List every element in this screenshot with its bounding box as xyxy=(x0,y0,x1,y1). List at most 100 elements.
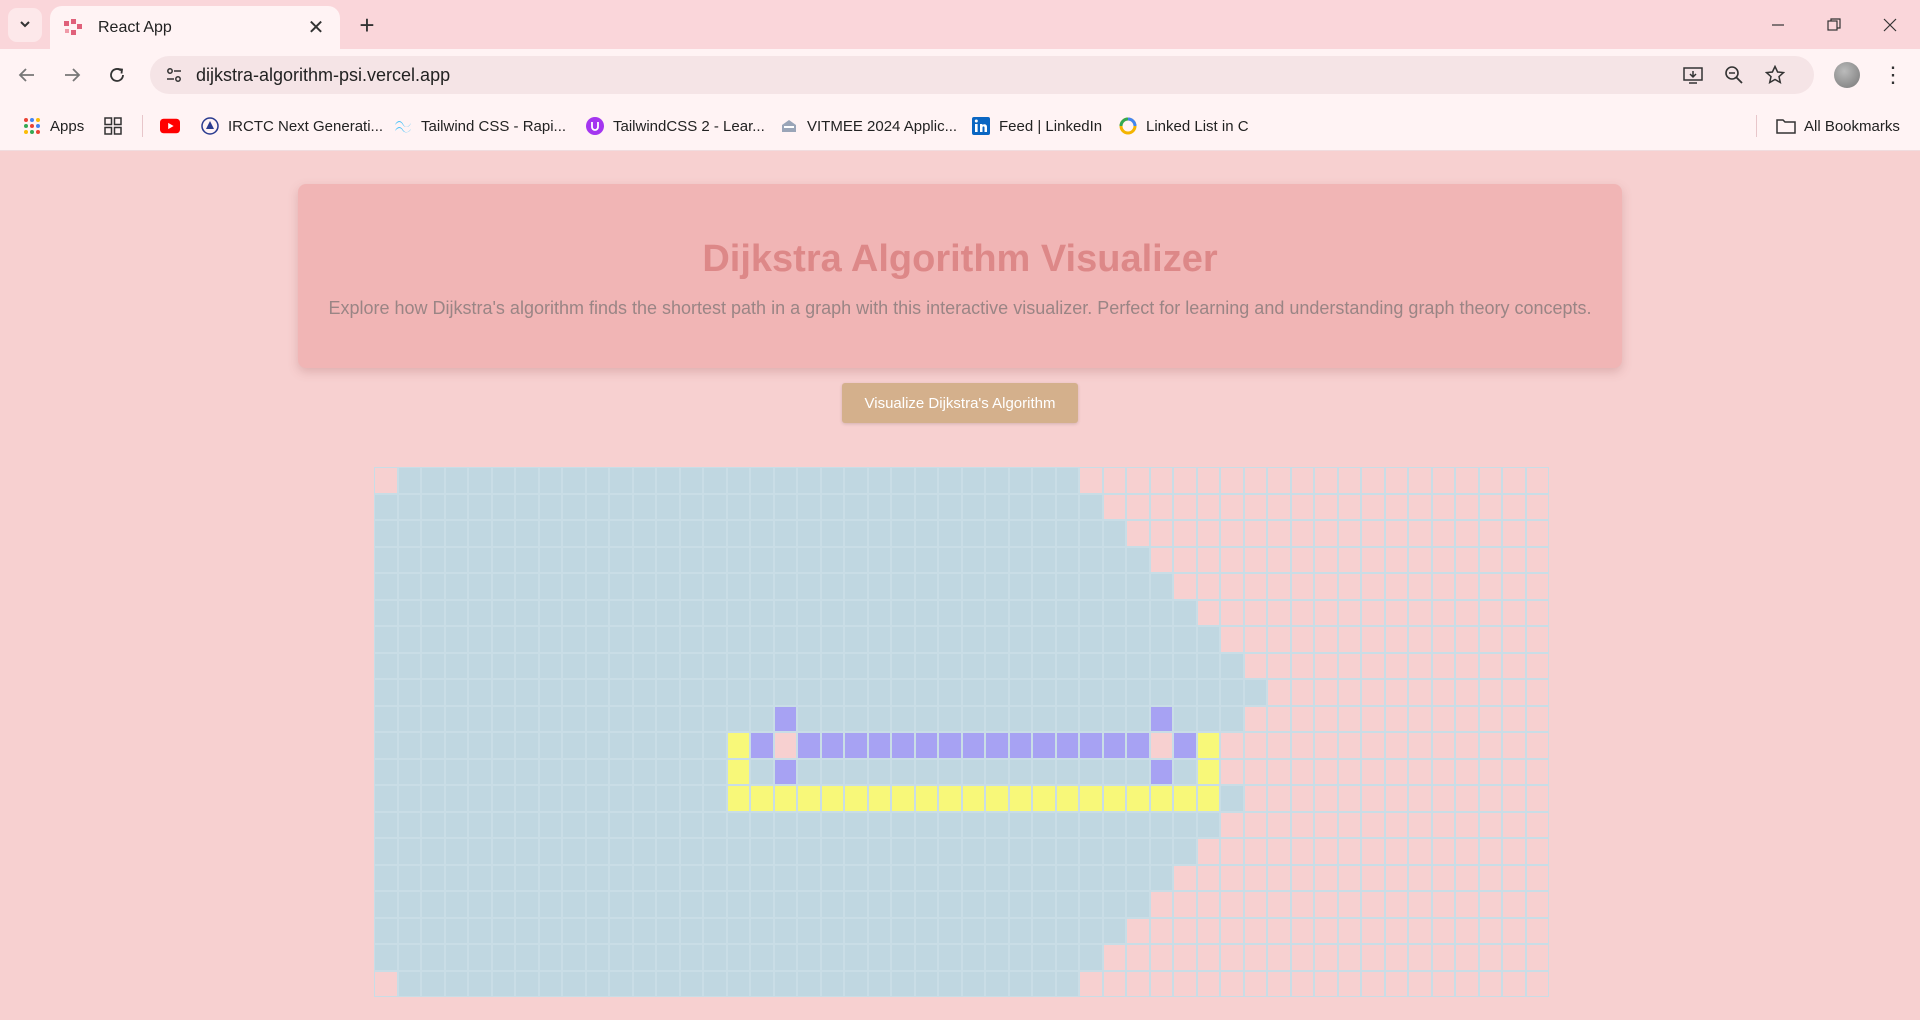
grid-cell[interactable] xyxy=(1290,626,1314,653)
grid-cell[interactable] xyxy=(1102,732,1126,759)
grid-cell[interactable] xyxy=(1149,679,1173,706)
grid-cell[interactable] xyxy=(491,758,515,785)
grid-cell[interactable] xyxy=(914,970,938,997)
grid-cell[interactable] xyxy=(444,944,468,971)
grid-cell[interactable] xyxy=(632,679,656,706)
grid-cell[interactable] xyxy=(1220,917,1244,944)
grid-cell[interactable] xyxy=(632,705,656,732)
grid-cell[interactable] xyxy=(961,864,985,891)
grid-cell[interactable] xyxy=(1102,705,1126,732)
bookmark-apps[interactable]: Apps xyxy=(22,113,84,139)
grid-cell[interactable] xyxy=(656,652,680,679)
grid-cell[interactable] xyxy=(632,573,656,600)
grid-cell[interactable] xyxy=(632,785,656,812)
grid-cell[interactable] xyxy=(1478,785,1502,812)
grid-cell[interactable] xyxy=(1149,467,1173,494)
grid-cell[interactable] xyxy=(891,467,915,494)
grid-cell[interactable] xyxy=(444,599,468,626)
grid-cell[interactable] xyxy=(1032,467,1056,494)
bookmark-star-icon[interactable] xyxy=(1762,62,1788,88)
grid-cell[interactable] xyxy=(562,573,586,600)
grid-cell[interactable] xyxy=(1431,705,1455,732)
grid-cell[interactable] xyxy=(585,891,609,918)
grid-cell[interactable] xyxy=(820,785,844,812)
grid-cell[interactable] xyxy=(1243,626,1267,653)
grid-cell[interactable] xyxy=(1008,864,1032,891)
grid-cell[interactable] xyxy=(1220,732,1244,759)
grid-cell[interactable] xyxy=(609,732,633,759)
grid-cell[interactable] xyxy=(914,679,938,706)
grid-cell[interactable] xyxy=(562,679,586,706)
grid-cell[interactable] xyxy=(961,917,985,944)
grid-cell[interactable] xyxy=(1337,679,1361,706)
grid-cell[interactable] xyxy=(1455,811,1479,838)
grid-cell[interactable] xyxy=(1008,573,1032,600)
grid-cell[interactable] xyxy=(1314,917,1338,944)
grid-cell[interactable] xyxy=(867,599,891,626)
grid-cell[interactable] xyxy=(703,705,727,732)
grid-cell[interactable] xyxy=(1384,811,1408,838)
grid-cell[interactable] xyxy=(891,944,915,971)
grid-cell[interactable] xyxy=(1525,785,1549,812)
grid-cell[interactable] xyxy=(938,705,962,732)
grid-cell[interactable] xyxy=(1102,864,1126,891)
grid-cell[interactable] xyxy=(773,520,797,547)
grid-cell[interactable] xyxy=(468,520,492,547)
grid-cell[interactable] xyxy=(656,493,680,520)
grid-cell[interactable] xyxy=(1502,652,1526,679)
grid-cell[interactable] xyxy=(750,493,774,520)
grid-cell[interactable] xyxy=(374,758,398,785)
grid-cell[interactable] xyxy=(820,811,844,838)
grid-cell[interactable] xyxy=(1290,520,1314,547)
grid-cell[interactable] xyxy=(1149,811,1173,838)
new-tab-button[interactable]: + xyxy=(352,10,382,40)
grid-cell[interactable] xyxy=(1196,917,1220,944)
grid-cell[interactable] xyxy=(679,732,703,759)
grid-cell[interactable] xyxy=(844,838,868,865)
grid-cell[interactable] xyxy=(1361,785,1385,812)
grid-cell[interactable] xyxy=(1455,891,1479,918)
grid-cell[interactable] xyxy=(1032,838,1056,865)
grid-cell[interactable] xyxy=(985,467,1009,494)
grid-cell[interactable] xyxy=(797,626,821,653)
grid-cell[interactable] xyxy=(1290,758,1314,785)
grid-cell[interactable] xyxy=(773,944,797,971)
grid-cell[interactable] xyxy=(1290,732,1314,759)
grid-cell[interactable] xyxy=(1408,573,1432,600)
grid-cell[interactable] xyxy=(444,917,468,944)
grid-cell[interactable] xyxy=(656,520,680,547)
grid-cell[interactable] xyxy=(1079,758,1103,785)
grid-cell[interactable] xyxy=(1008,626,1032,653)
grid-cell[interactable] xyxy=(1314,652,1338,679)
grid-cell[interactable] xyxy=(703,970,727,997)
grid-cell[interactable] xyxy=(1502,679,1526,706)
grid-cell[interactable] xyxy=(1478,811,1502,838)
grid-cell[interactable] xyxy=(374,467,398,494)
grid-cell[interactable] xyxy=(1478,970,1502,997)
grid-cell[interactable] xyxy=(914,652,938,679)
grid-cell[interactable] xyxy=(1478,520,1502,547)
grid-cell[interactable] xyxy=(914,705,938,732)
grid-cell[interactable] xyxy=(1032,758,1056,785)
grid-cell[interactable] xyxy=(656,573,680,600)
bookmark-tailwind[interactable]: Tailwind CSS - Rapi... xyxy=(393,113,566,139)
grid-cell[interactable] xyxy=(538,546,562,573)
grid-cell[interactable] xyxy=(938,864,962,891)
grid-cell[interactable] xyxy=(703,652,727,679)
grid-cell[interactable] xyxy=(1314,838,1338,865)
grid-cell[interactable] xyxy=(1502,705,1526,732)
grid-cell[interactable] xyxy=(891,573,915,600)
grid-cell[interactable] xyxy=(1455,573,1479,600)
grid-cell[interactable] xyxy=(421,785,445,812)
grid-cell[interactable] xyxy=(397,705,421,732)
grid-cell[interactable] xyxy=(515,573,539,600)
grid-cell[interactable] xyxy=(374,891,398,918)
grid-cell[interactable] xyxy=(1455,970,1479,997)
grid-cell[interactable] xyxy=(515,679,539,706)
grid-cell[interactable] xyxy=(1384,864,1408,891)
grid-cell[interactable] xyxy=(1361,546,1385,573)
grid-cell[interactable] xyxy=(374,864,398,891)
grid-cell[interactable] xyxy=(891,599,915,626)
grid-cell[interactable] xyxy=(1055,864,1079,891)
grid-cell[interactable] xyxy=(820,732,844,759)
